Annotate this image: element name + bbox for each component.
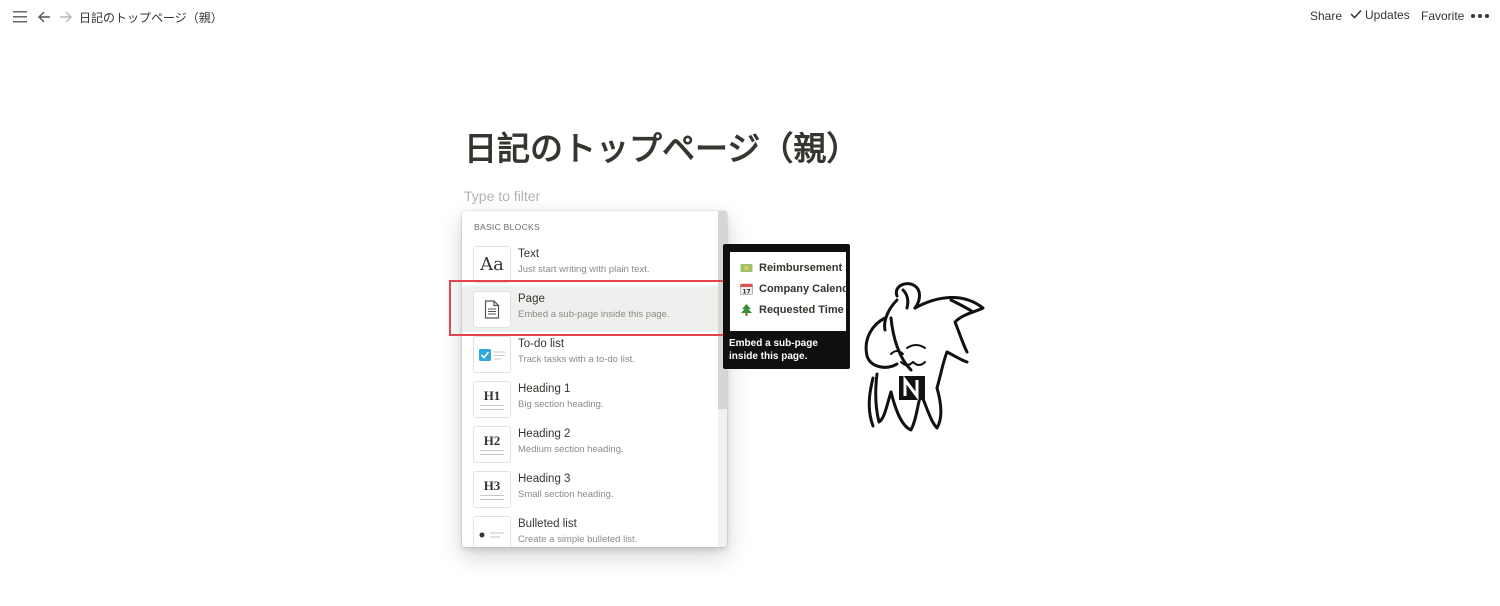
slash-command-menu: BASIC BLOCKS Aa Text Just start writing … bbox=[462, 211, 727, 547]
menu-item-desc: Medium section heading. bbox=[518, 444, 624, 455]
menu-item-desc: Create a simple bulleted list. bbox=[518, 534, 638, 545]
arrow-left-icon[interactable] bbox=[34, 6, 54, 28]
heading-3-icon: H3 bbox=[473, 471, 511, 508]
mascot-illustration bbox=[864, 282, 985, 432]
menu-item-heading-2[interactable]: H2 Heading 2 Medium section heading. bbox=[462, 422, 718, 467]
money-emoji-icon bbox=[740, 262, 753, 274]
todo-checkbox-icon bbox=[473, 336, 511, 373]
filter-placeholder[interactable]: Type to filter bbox=[464, 188, 540, 204]
updates-button[interactable]: Updates bbox=[1350, 8, 1410, 22]
menu-item-title: Bulleted list bbox=[518, 518, 577, 530]
menu-item-desc: Small section heading. bbox=[518, 489, 614, 500]
menu-item-heading-3[interactable]: H3 Heading 3 Small section heading. bbox=[462, 467, 718, 512]
arrow-right-icon[interactable] bbox=[55, 6, 75, 28]
menu-icon[interactable] bbox=[10, 6, 30, 28]
text-aa-icon: Aa bbox=[473, 246, 511, 283]
menu-item-title: To-do list bbox=[518, 338, 565, 350]
preview-row: 17 Company Calendar bbox=[740, 283, 846, 296]
menu-item-desc: Big section heading. bbox=[518, 399, 604, 410]
highlight-box bbox=[449, 280, 726, 336]
topbar: 日記のトップページ（親） Share Updates Favorite bbox=[0, 0, 1500, 34]
page-title[interactable]: 日記のトップページ（親） bbox=[464, 122, 859, 170]
favorite-button[interactable]: Favorite bbox=[1421, 9, 1464, 23]
menu-item-title: Heading 2 bbox=[518, 428, 571, 440]
svg-text:17: 17 bbox=[742, 289, 750, 296]
more-icon[interactable] bbox=[1471, 9, 1489, 23]
menu-item-title: Text bbox=[518, 248, 540, 260]
preview-thumbnail: Reimbursement 17 Company Calendar Reques… bbox=[730, 252, 846, 331]
preview-caption: Embed a sub-page inside this page. bbox=[729, 338, 818, 362]
menu-item-desc: Just start writing with plain text. bbox=[518, 264, 650, 275]
menu-item-todo[interactable]: To-do list Track tasks with a to-do list… bbox=[462, 332, 718, 377]
menu-item-title: Heading 1 bbox=[518, 383, 571, 395]
breadcrumb[interactable]: 日記のトップページ（親） bbox=[79, 9, 223, 26]
menu-item-heading-1[interactable]: H1 Heading 1 Big section heading. bbox=[462, 377, 718, 422]
preview-row: Requested Time bbox=[740, 304, 844, 316]
tree-emoji-icon bbox=[740, 304, 753, 316]
share-button[interactable]: Share bbox=[1310, 9, 1342, 23]
bullet-list-icon bbox=[473, 516, 511, 547]
page-preview-tooltip: Reimbursement 17 Company Calendar Reques… bbox=[723, 244, 850, 369]
menu-item-desc: Track tasks with a to-do list. bbox=[518, 354, 635, 365]
preview-row: Reimbursement bbox=[740, 262, 842, 274]
menu-item-title: Heading 3 bbox=[518, 473, 571, 485]
heading-2-icon: H2 bbox=[473, 426, 511, 463]
menu-item-bulleted-list[interactable]: Bulleted list Create a simple bulleted l… bbox=[462, 512, 718, 547]
check-icon bbox=[1350, 8, 1362, 22]
menu-section-label: BASIC BLOCKS bbox=[474, 222, 540, 232]
updates-label: Updates bbox=[1365, 8, 1410, 22]
calendar-emoji-icon: 17 bbox=[740, 283, 753, 296]
heading-1-icon: H1 bbox=[473, 381, 511, 418]
